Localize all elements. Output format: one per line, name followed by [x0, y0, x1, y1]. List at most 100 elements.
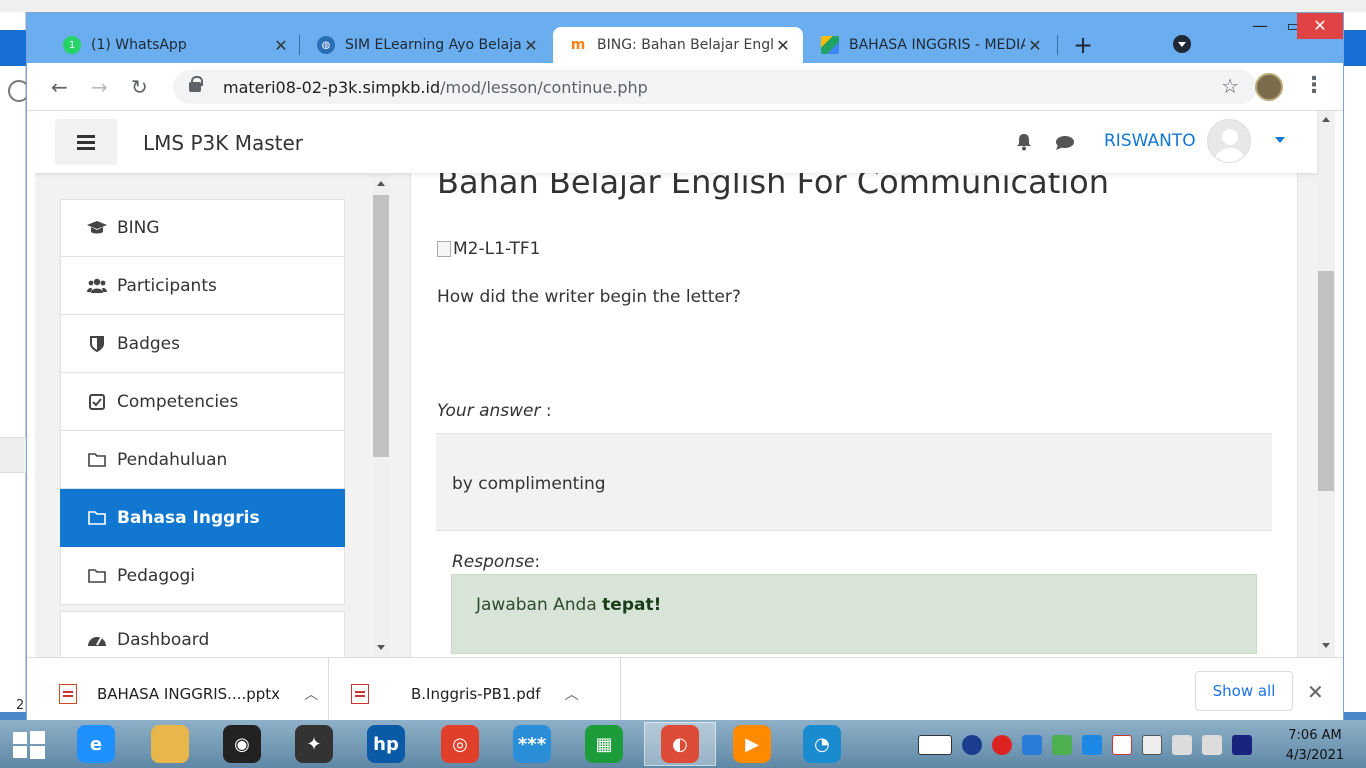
- taskbar-app[interactable]: ◉: [206, 722, 278, 766]
- bluetooth-icon[interactable]: [962, 735, 982, 755]
- reload-button[interactable]: ↻: [131, 75, 148, 99]
- tab-bing-active[interactable]: m BING: Bahan Belajar Englis ✕: [553, 27, 803, 63]
- taskbar-clock[interactable]: 7:06 AM 4/3/2021: [1280, 726, 1350, 766]
- google-drive-icon: [821, 36, 839, 54]
- pptx-file-icon: [59, 684, 77, 704]
- taskbar-app[interactable]: ✦: [278, 722, 350, 766]
- drawer-item-dashboard[interactable]: Dashboard: [60, 611, 345, 657]
- internet-explorer-icon: e: [77, 725, 115, 763]
- profile-avatar[interactable]: [1255, 73, 1283, 101]
- new-tab-button[interactable]: +: [1073, 31, 1093, 59]
- drawer-item-label: Pedagogi: [117, 565, 196, 586]
- network-monitor-icon[interactable]: [1022, 735, 1042, 755]
- drawer-item-participants[interactable]: Participants: [60, 257, 345, 315]
- lock-icon: [189, 76, 203, 92]
- taskbar-app[interactable]: ▶: [716, 722, 788, 766]
- taskbar-app[interactable]: [134, 722, 206, 766]
- taskbar-app[interactable]: ◎: [424, 722, 496, 766]
- taskbar-app[interactable]: ◔: [786, 722, 858, 766]
- answer-label-suffix: :: [540, 401, 552, 421]
- download-filename: B.Inggris-PB1.pdf: [411, 685, 541, 703]
- windows-start-icon[interactable]: [12, 730, 46, 760]
- forward-button[interactable]: →: [91, 75, 108, 99]
- close-tab-icon[interactable]: ✕: [521, 36, 541, 55]
- taskbar-app[interactable]: ◐: [644, 722, 716, 766]
- clock-date: 4/3/2021: [1285, 748, 1345, 763]
- windows-taskbar: e ◉ ✦ hp ◎ *** ▦ ◐ ▶ ◔ 7:06 AM 4/3/2021: [0, 720, 1366, 768]
- tab-whatsapp[interactable]: 1 (1) WhatsApp ✕: [47, 27, 301, 63]
- signal-icon[interactable]: [1172, 735, 1192, 755]
- user-avatar[interactable]: [1207, 119, 1251, 163]
- drawer-scrollbar[interactable]: [373, 173, 389, 657]
- drawer-item-label: Bahasa Inggris: [117, 507, 260, 528]
- back-button[interactable]: ←: [51, 75, 68, 99]
- taskbar-app[interactable]: hp: [350, 722, 422, 766]
- close-tab-icon[interactable]: ✕: [1025, 36, 1045, 55]
- main-content: Bahan Belajar English For Communication …: [410, 173, 1298, 657]
- tab-search-button[interactable]: [1173, 35, 1191, 53]
- taskbar-app[interactable]: e: [60, 722, 132, 766]
- response-text: Jawaban Anda tepat!: [476, 595, 661, 615]
- close-window-button[interactable]: ✕: [1297, 13, 1343, 39]
- answer-label-text: Your answer: [437, 401, 541, 421]
- response-prefix: Jawaban Anda: [476, 595, 603, 615]
- volume-icon[interactable]: [1202, 735, 1222, 755]
- user-menu-caret-icon[interactable]: [1275, 137, 1285, 143]
- drawer-item-bing[interactable]: BING: [60, 199, 345, 257]
- site-navbar: LMS P3K Master RISWANTO: [35, 111, 1317, 173]
- drawer-item-bahasa-inggris[interactable]: Bahasa Inggris: [60, 489, 345, 547]
- close-shelf-icon[interactable]: ✕: [1307, 680, 1324, 704]
- drawer-item-label: Badges: [117, 333, 180, 354]
- desktop-background: [0, 0, 1366, 12]
- question-text: How did the writer begin the letter?: [437, 287, 741, 307]
- users-icon: [87, 277, 107, 295]
- file-explorer-icon: [151, 725, 189, 763]
- tab-bahasa-inggris-media[interactable]: BAHASA INGGRIS - MEDIA ✕: [805, 27, 1055, 63]
- broken-image-icon: [437, 241, 451, 257]
- drawer-item-pendahuluan[interactable]: Pendahuluan: [60, 431, 345, 489]
- chevron-up-icon[interactable]: ︿: [304, 684, 318, 704]
- battery-icon[interactable]: [1142, 735, 1162, 755]
- close-tab-icon[interactable]: ✕: [773, 36, 793, 55]
- response-label-suffix: :: [534, 552, 541, 572]
- page-scrollbar[interactable]: [1317, 111, 1335, 657]
- answer-label: Your answer :: [437, 401, 552, 421]
- folder-icon: [87, 451, 107, 469]
- snowflake-icon[interactable]: [1082, 735, 1102, 755]
- pdf-file-icon: [351, 684, 369, 704]
- drawer-nav-list: BING Participants Badges Competencies Pe…: [60, 199, 345, 605]
- drawer-item-competencies[interactable]: Competencies: [60, 373, 345, 431]
- beats-audio-icon[interactable]: [992, 735, 1012, 755]
- drawer-item-badges[interactable]: Badges: [60, 315, 345, 373]
- tab-sim-elearning[interactable]: ◍ SIM ELearning Ayo Belajar ✕: [301, 27, 551, 63]
- keyboard-icon[interactable]: [918, 735, 952, 755]
- camera-app-icon: ◎: [441, 725, 479, 763]
- address-bar[interactable]: materi08-02-p3k.simpkb.id/mod/lesson/con…: [173, 70, 1257, 104]
- chevron-up-icon[interactable]: ︿: [565, 684, 579, 704]
- drawer-item-pedagogi[interactable]: Pedagogi: [60, 547, 345, 605]
- security-check-icon[interactable]: [1052, 735, 1072, 755]
- bookmark-star-icon[interactable]: ☆: [1221, 74, 1239, 98]
- chrome-menu-icon[interactable]: ⋮: [1303, 73, 1325, 98]
- hamburger-icon: [77, 140, 95, 144]
- puzzle-app-icon: ✦: [295, 725, 333, 763]
- taskbar-app[interactable]: ***: [496, 722, 568, 766]
- drawer-toggle-button[interactable]: [55, 119, 117, 165]
- tab-title: BING: Bahan Belajar Englis: [597, 37, 773, 53]
- page-title: Bahan Belajar English For Communication: [437, 173, 1109, 201]
- flag-error-icon[interactable]: [1112, 735, 1132, 755]
- answer-box: by complimenting: [436, 433, 1272, 531]
- user-name[interactable]: RISWANTO: [1104, 131, 1196, 151]
- messages-icon[interactable]: [1055, 135, 1075, 151]
- password-app-icon: ***: [513, 725, 551, 763]
- taskbar-app[interactable]: ▦: [568, 722, 640, 766]
- show-all-downloads-button[interactable]: Show all: [1195, 671, 1293, 711]
- drawer-item-label: Participants: [117, 275, 217, 296]
- moodle-page: LMS P3K Master RISWANTO BING Participant…: [35, 111, 1335, 657]
- close-tab-icon[interactable]: ✕: [271, 36, 291, 55]
- site-name[interactable]: LMS P3K Master: [143, 131, 303, 155]
- url-host: materi08-02-p3k.simpkb.id: [223, 77, 441, 97]
- language-icon[interactable]: [1232, 735, 1252, 755]
- notification-bell-icon[interactable]: [1015, 133, 1033, 151]
- webcam-icon: ◉: [223, 725, 261, 763]
